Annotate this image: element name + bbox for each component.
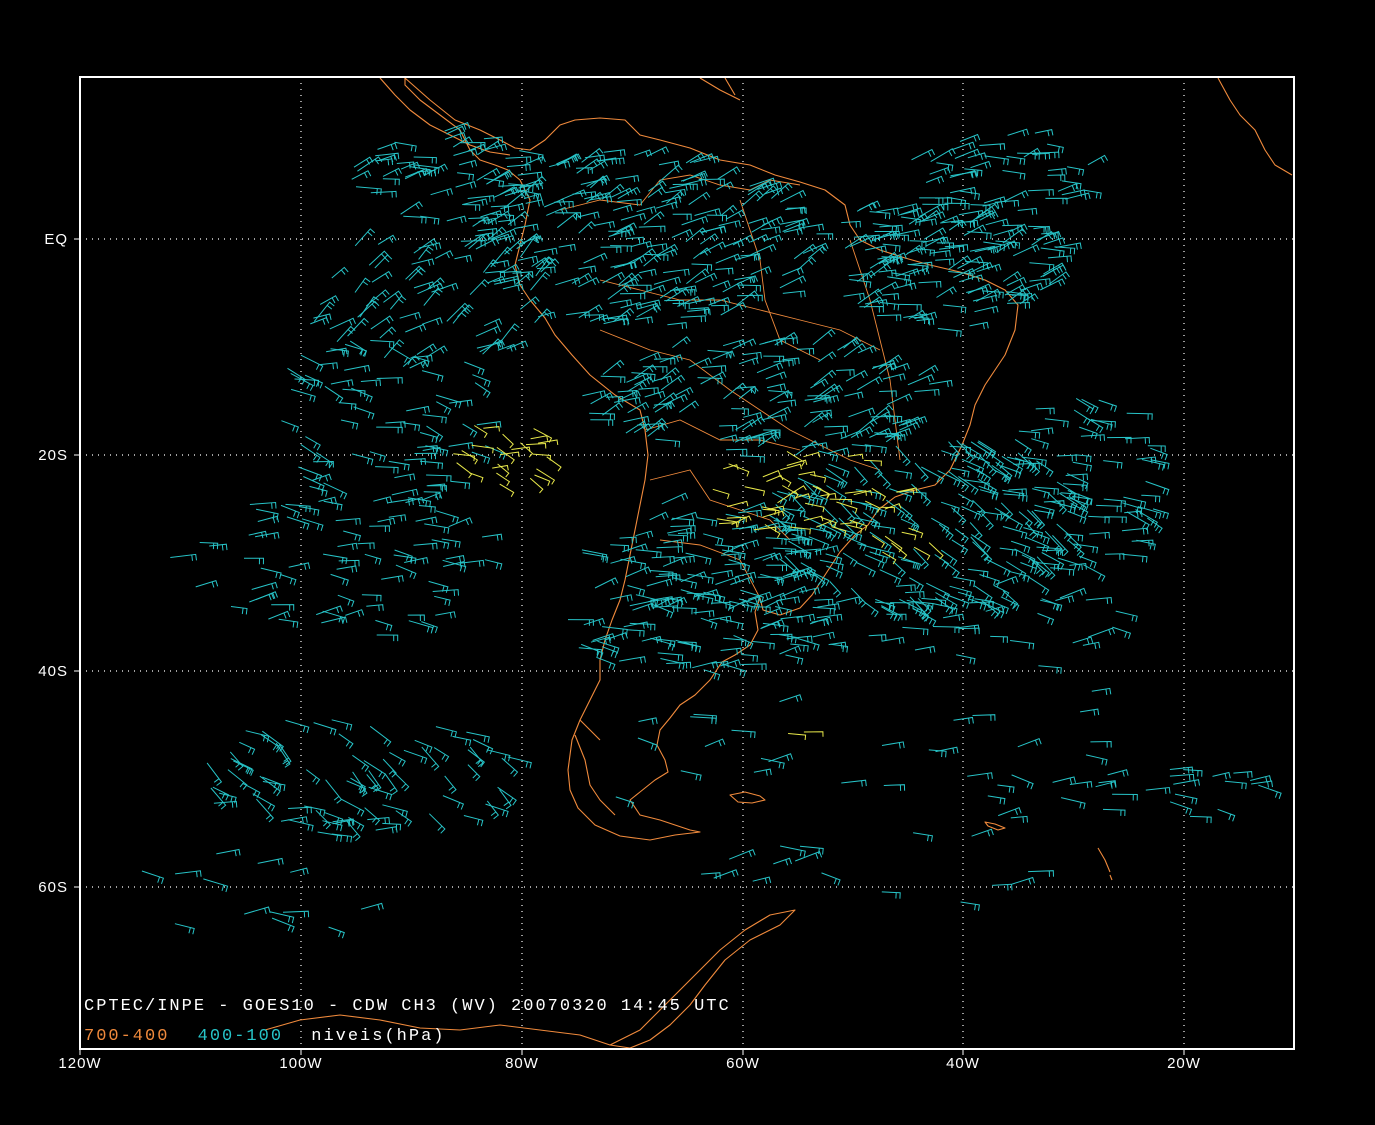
- lon-label-40w: 40W: [946, 1055, 980, 1072]
- legend-units: niveis(hPa): [311, 1027, 445, 1046]
- lon-label-80w: 80W: [505, 1055, 539, 1072]
- lon-label-60w: 60W: [726, 1055, 760, 1072]
- map-title: CPTEC/INPE - GOES10 - CDW CH3 (WV) 20070…: [84, 997, 731, 1016]
- lat-label-40s: 40S: [38, 663, 68, 680]
- lat-label-eq: EQ: [44, 231, 68, 248]
- lat-label-20s: 20S: [38, 447, 68, 464]
- lon-label-100w: 100W: [279, 1055, 322, 1072]
- lon-label-20w: 20W: [1167, 1055, 1201, 1072]
- legend: 700-400 400-100 niveis(hPa): [84, 1027, 445, 1046]
- wind-map: EQ 20S 40S 60S 120W 100W 80W 60W 40W 20W…: [0, 0, 1375, 1125]
- lat-label-60s: 60S: [38, 879, 68, 896]
- lon-label-120w: 120W: [58, 1055, 101, 1072]
- legend-mid-level: 700-400: [84, 1027, 169, 1046]
- background: [0, 0, 1375, 1125]
- legend-high-level: 400-100: [198, 1027, 283, 1046]
